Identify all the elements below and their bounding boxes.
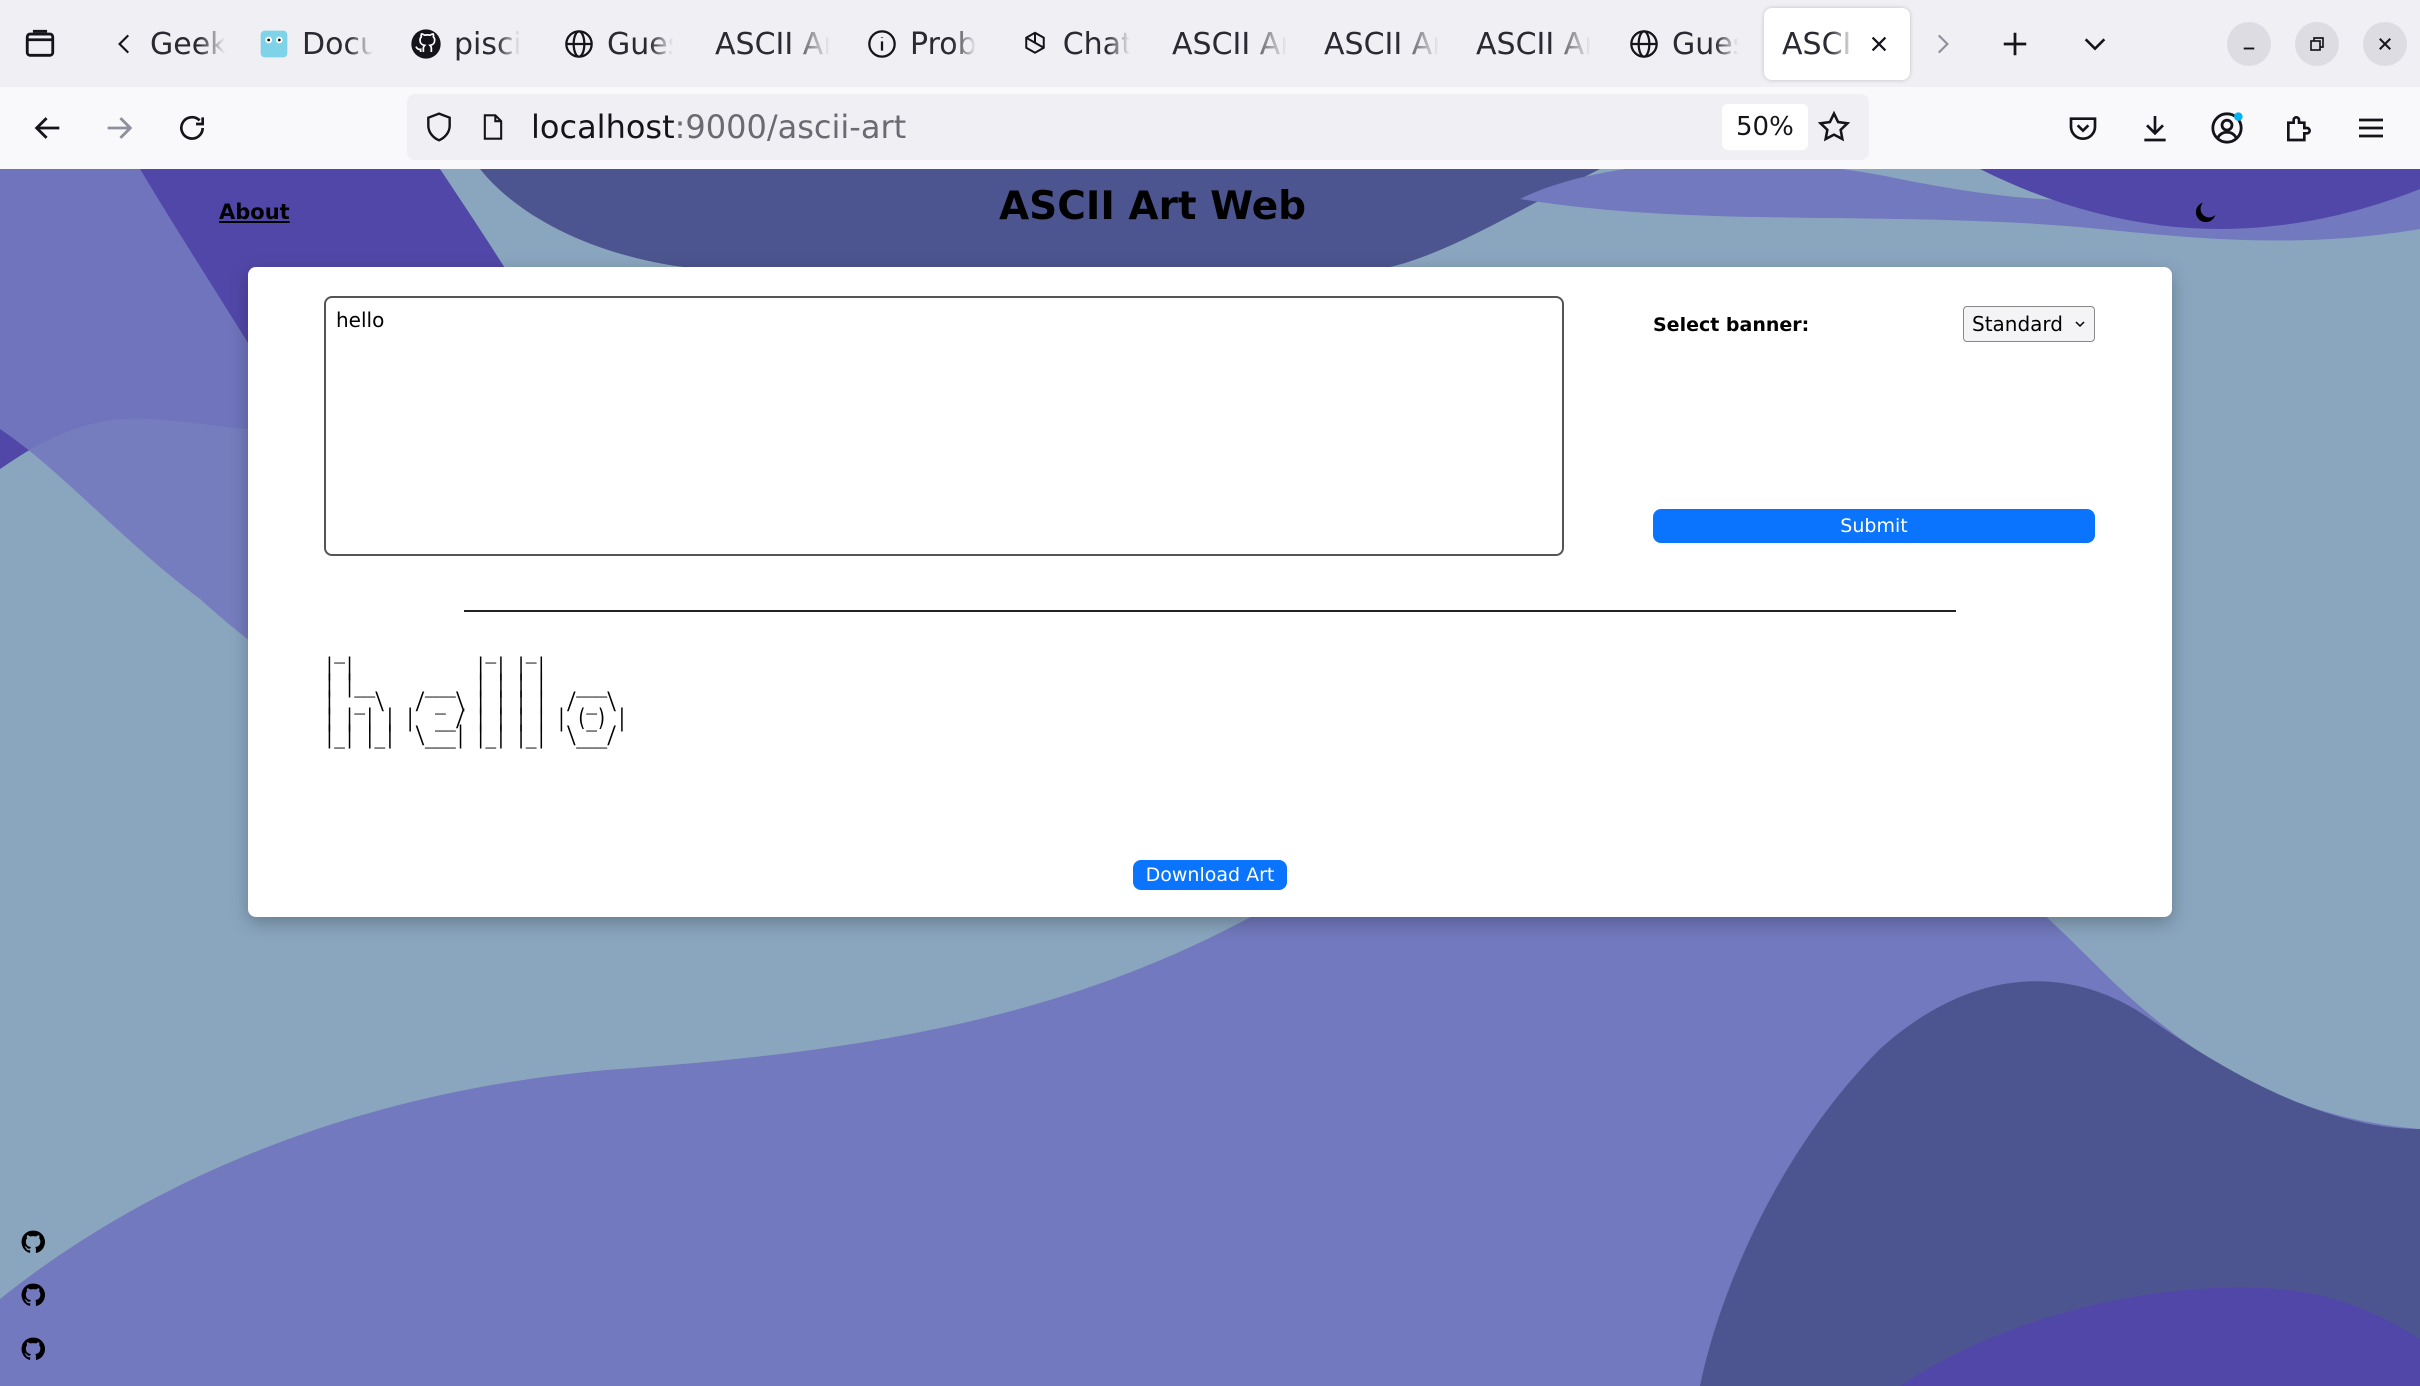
star-icon[interactable] [1817, 110, 1851, 144]
tab-overview-button[interactable] [10, 14, 70, 74]
url-host: localhost [531, 108, 675, 146]
downloads-button[interactable] [2128, 101, 2182, 155]
chevron-down-icon [2075, 321, 2085, 328]
browser-tab[interactable]: pisci [410, 8, 520, 80]
hamburger-icon [2359, 118, 2383, 138]
browser-tab-bar: Geek Docu pisci Gues ASCII Ar Prob Chat … [0, 0, 2420, 87]
forward-button[interactable] [92, 101, 146, 155]
globe-icon [1628, 28, 1660, 60]
ascii-form-card: Select banner: Standard Submit _ _ _ | |… [248, 267, 2172, 917]
tab-label: ASCII Ar [1172, 26, 1287, 62]
address-bar[interactable]: localhost:9000/ascii-art 50% [407, 94, 1869, 160]
browser-tab[interactable]: ASCII Ar [1476, 8, 1591, 80]
tab-label: Gues [607, 26, 673, 62]
tab-label: Chat [1062, 26, 1130, 62]
tab-label: pisci [454, 26, 520, 62]
extensions-button[interactable] [2272, 101, 2326, 155]
moon-icon[interactable] [2192, 198, 2220, 226]
shield-icon[interactable] [423, 111, 455, 143]
restore-window-button[interactable] [2295, 22, 2339, 66]
close-tab-icon[interactable] [1868, 33, 1890, 55]
browser-tab[interactable]: ASCII Ar [1172, 8, 1287, 80]
tab-scroll-left-button[interactable] [95, 14, 155, 74]
download-icon [2144, 116, 2166, 142]
close-window-button[interactable] [2363, 22, 2407, 66]
browser-nav-bar: localhost:9000/ascii-art 50% [0, 87, 2420, 170]
back-button[interactable] [21, 101, 75, 155]
page-icon[interactable] [479, 112, 507, 142]
browser-tab[interactable]: Gues [1628, 8, 1738, 80]
tab-scroll-right-button[interactable] [1912, 14, 1972, 74]
banner-select[interactable]: Standard [1963, 306, 2095, 342]
minimize-window-button[interactable] [2227, 22, 2271, 66]
ascii-text-input[interactable] [324, 296, 1564, 556]
zoom-level-button[interactable]: 50% [1722, 104, 1808, 150]
pocket-icon [2069, 117, 2097, 140]
chevron-down-icon [2084, 38, 2106, 51]
github-icon [410, 28, 442, 60]
ascii-art-output: _ _ _ | | | | | | | |__ ___ | | | | ___ … [324, 636, 627, 749]
browser-tab[interactable]: Chat [1020, 8, 1130, 80]
close-icon [2379, 38, 2391, 50]
page-viewport: About ASCII Art Web Select banner: Stand… [0, 169, 2420, 1386]
minimize-icon [2243, 47, 2255, 50]
browser-tab[interactable]: Geek [150, 8, 225, 80]
menu-button[interactable] [2344, 101, 2398, 155]
section-divider [464, 610, 1956, 612]
tab-label: ASCII [1782, 26, 1854, 62]
tab-label: Geek [150, 26, 225, 62]
github-icon[interactable] [20, 1282, 46, 1308]
reload-icon [180, 115, 204, 140]
plus-icon [2003, 32, 2027, 56]
gopher-icon [258, 28, 290, 60]
browser-tab[interactable]: ASCII Ar [1324, 8, 1439, 80]
pocket-button[interactable] [2056, 101, 2110, 155]
tab-label: Prob [910, 26, 976, 62]
url-text[interactable]: localhost:9000/ascii-art [531, 108, 906, 146]
arrow-right-icon [107, 117, 133, 139]
tab-label: ASCII Ar [1476, 26, 1591, 62]
openai-icon [1020, 28, 1051, 60]
tab-label: ASCII Ar [715, 26, 830, 62]
github-icon[interactable] [20, 1336, 46, 1362]
info-icon [866, 28, 898, 60]
browser-tab[interactable]: ASCII Ar [715, 8, 830, 80]
new-tab-button[interactable] [1985, 14, 2045, 74]
browser-tab-active[interactable]: ASCII [1764, 8, 1910, 80]
list-all-tabs-button[interactable] [2065, 14, 2125, 74]
arrow-left-icon [34, 117, 60, 139]
browser-tab[interactable]: Docu [258, 8, 373, 80]
tab-label: Docu [302, 26, 373, 62]
github-icon[interactable] [20, 1229, 46, 1255]
submit-button[interactable]: Submit [1653, 509, 2095, 543]
account-icon [2211, 112, 2243, 144]
tab-label: Gues [1672, 26, 1738, 62]
puzzle-icon [2287, 116, 2311, 142]
restore-icon [2310, 37, 2324, 51]
chevron-right-icon [1937, 34, 1949, 54]
tab-overview-icon [25, 29, 55, 57]
browser-tab[interactable]: Prob [866, 8, 976, 80]
download-art-button[interactable]: Download Art [1133, 860, 1287, 890]
account-button[interactable] [2200, 101, 2254, 155]
url-path: :9000/ascii-art [674, 108, 907, 146]
banner-select-value: Standard [1972, 312, 2063, 336]
banner-select-label: Select banner: [1653, 314, 1810, 336]
page-title: ASCII Art Web [998, 184, 1307, 229]
globe-icon [563, 28, 595, 60]
browser-tab[interactable]: Gues [563, 8, 673, 80]
tab-label: ASCII Ar [1324, 26, 1439, 62]
chevron-left-icon [118, 34, 130, 54]
reload-button[interactable] [165, 101, 219, 155]
